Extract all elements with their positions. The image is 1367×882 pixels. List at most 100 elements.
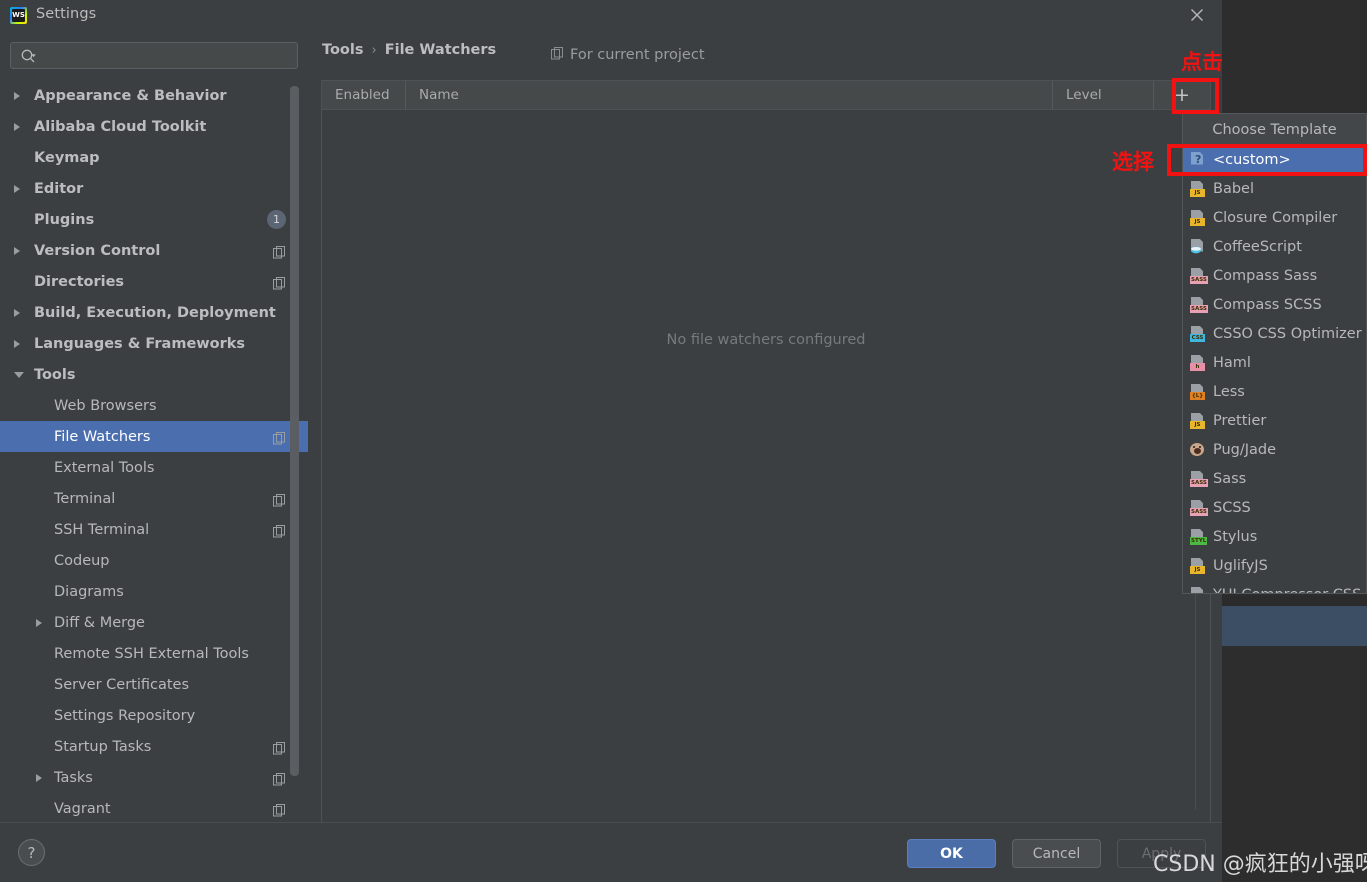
table-header-row: Enabled Name Level + — [322, 80, 1210, 110]
coffee-file-icon — [1190, 238, 1205, 255]
sidebar-item-server-certificates[interactable]: Server Certificates — [0, 669, 308, 700]
help-button[interactable]: ? — [18, 839, 45, 866]
sidebar-item-remote-ssh-external-tools[interactable]: Remote SSH External Tools — [0, 638, 308, 669]
template-item[interactable]: SASS Compass Sass — [1183, 261, 1366, 290]
sass-file-icon: SASS — [1190, 499, 1208, 516]
sidebar-item-label: SSH Terminal — [54, 521, 150, 538]
template-item[interactable]: {L} Less — [1183, 377, 1366, 406]
sidebar-scrollbar-thumb[interactable] — [290, 86, 299, 776]
search-input[interactable] — [43, 43, 295, 68]
template-list[interactable]: ? <custom> JS Babel JS Closure Compiler Coffee… — [1183, 145, 1366, 593]
template-item-label: Compass SCSS — [1213, 296, 1322, 313]
js-file-icon: JS — [1190, 412, 1205, 429]
sidebar-item-directories[interactable]: Directories — [0, 266, 308, 297]
dialog-footer: ? OK Cancel Apply — [0, 822, 1222, 882]
template-item[interactable]: SASS Compass SCSS — [1183, 290, 1366, 319]
sidebar-item-label: Startup Tasks — [54, 738, 152, 755]
sidebar-item-alibaba-cloud-toolkit[interactable]: Alibaba Cloud Toolkit — [0, 111, 308, 142]
sidebar-item-tasks[interactable]: Tasks — [0, 762, 308, 793]
sidebar-item-editor[interactable]: Editor — [0, 173, 308, 204]
sidebar-item-languages-frameworks[interactable]: Languages & Frameworks — [0, 328, 308, 359]
chevron-down-icon[interactable] — [14, 371, 24, 378]
template-item[interactable]: CSS YUI Compressor CSS — [1183, 580, 1366, 593]
template-item-label: UglifyJS — [1213, 557, 1268, 574]
chevron-right-icon[interactable] — [14, 91, 20, 100]
sidebar-item-codeup[interactable]: Codeup — [0, 545, 308, 576]
template-item-label: Haml — [1213, 354, 1251, 371]
sidebar-item-settings-repository[interactable]: Settings Repository — [0, 700, 308, 731]
sidebar-item-startup-tasks[interactable]: Startup Tasks — [0, 731, 308, 762]
sidebar-item-label: Diagrams — [54, 583, 124, 600]
sidebar-item-tools[interactable]: Tools — [0, 359, 308, 390]
search-box[interactable] — [10, 42, 298, 69]
template-item[interactable]: JS Prettier — [1183, 406, 1366, 435]
ide-selected-line — [1222, 606, 1367, 646]
sidebar-item-version-control[interactable]: Version Control — [0, 235, 308, 266]
chevron-right-icon[interactable] — [14, 122, 20, 131]
sass-file-icon: SASS — [1190, 470, 1208, 487]
template-item-label: Prettier — [1213, 412, 1267, 429]
breadcrumb-separator: › — [371, 42, 377, 58]
template-item[interactable]: CSS CSSO CSS Optimizer — [1183, 319, 1366, 348]
chevron-right-icon[interactable] — [36, 773, 42, 782]
sidebar-item-label: Terminal — [54, 490, 116, 507]
template-item[interactable]: CoffeeScript — [1183, 232, 1366, 261]
cancel-button[interactable]: Cancel — [1012, 839, 1101, 868]
sidebar-scrollbar[interactable] — [290, 86, 299, 786]
sidebar-item-label: Build, Execution, Deployment — [34, 304, 276, 321]
sass-file-icon: SASS — [1190, 267, 1208, 284]
sidebar-item-ssh-terminal[interactable]: SSH Terminal — [0, 514, 308, 545]
breadcrumb-root[interactable]: Tools — [322, 42, 364, 58]
column-header-enabled[interactable]: Enabled — [322, 80, 406, 110]
breadcrumb-leaf: File Watchers — [384, 42, 497, 58]
column-header-level[interactable]: Level — [1053, 81, 1153, 110]
chevron-right-icon[interactable] — [14, 184, 20, 193]
template-item[interactable]: JS Closure Compiler — [1183, 203, 1366, 232]
chevron-right-icon[interactable] — [14, 246, 20, 255]
chevron-right-icon[interactable] — [14, 339, 20, 348]
sidebar-item-diff-merge[interactable]: Diff & Merge — [0, 607, 308, 638]
template-item[interactable]: JS UglifyJS — [1183, 551, 1366, 580]
sidebar-item-appearance-behavior[interactable]: Appearance & Behavior — [0, 80, 308, 111]
ok-button[interactable]: OK — [907, 839, 996, 868]
sidebar-item-file-watchers[interactable]: File Watchers — [0, 421, 308, 452]
chevron-right-icon[interactable] — [14, 308, 20, 317]
template-item-label: Less — [1213, 383, 1245, 400]
sidebar-item-label: Vagrant — [54, 800, 111, 817]
sidebar-item-terminal[interactable]: Terminal — [0, 483, 308, 514]
template-item[interactable]: JS Babel — [1183, 174, 1366, 203]
template-item[interactable]: STYL Stylus — [1183, 522, 1366, 551]
template-item[interactable]: Pug/Jade — [1183, 435, 1366, 464]
sidebar-item-web-browsers[interactable]: Web Browsers — [0, 390, 308, 421]
column-header-name[interactable]: Name — [406, 80, 1053, 110]
chevron-right-icon[interactable] — [36, 618, 42, 627]
sidebar-item-build-execution-deployment[interactable]: Build, Execution, Deployment — [0, 297, 308, 328]
stylus-file-icon: STYL — [1190, 528, 1208, 545]
webstorm-icon: WS — [10, 7, 27, 24]
js-file-icon: JS — [1190, 180, 1205, 197]
settings-dialog: WS Settings Appearance & Behavior Alibaba… — [0, 0, 1222, 882]
sidebar-item-label: Alibaba Cloud Toolkit — [34, 118, 207, 135]
sidebar-item-label: Tools — [34, 366, 76, 383]
copy-icon — [273, 802, 286, 817]
template-item[interactable]: SASS Sass — [1183, 464, 1366, 493]
sidebar-item-label: Languages & Frameworks — [34, 335, 246, 352]
template-item[interactable]: SASS SCSS — [1183, 493, 1366, 522]
settings-tree[interactable]: Appearance & Behavior Alibaba Cloud Toolk… — [0, 80, 308, 822]
sidebar-item-label: Diff & Merge — [54, 614, 145, 631]
sidebar-item-diagrams[interactable]: Diagrams — [0, 576, 308, 607]
template-item[interactable]: h Haml — [1183, 348, 1366, 377]
sidebar-item-plugins[interactable]: Plugins 1 — [0, 204, 308, 235]
close-icon[interactable] — [1184, 3, 1210, 27]
search-icon — [20, 48, 37, 69]
copy-icon — [273, 740, 286, 755]
template-item-label: Pug/Jade — [1213, 441, 1277, 458]
sidebar-item-label: External Tools — [54, 459, 155, 476]
sidebar-item-label: Editor — [34, 180, 84, 197]
copy-icon — [273, 492, 286, 507]
sidebar-item-external-tools[interactable]: External Tools — [0, 452, 308, 483]
sidebar-item-label: Remote SSH External Tools — [54, 645, 249, 662]
sidebar-item-vagrant[interactable]: Vagrant — [0, 793, 308, 822]
sidebar-item-keymap[interactable]: Keymap — [0, 142, 308, 173]
breadcrumb: Tools › File Watchers — [322, 42, 496, 58]
